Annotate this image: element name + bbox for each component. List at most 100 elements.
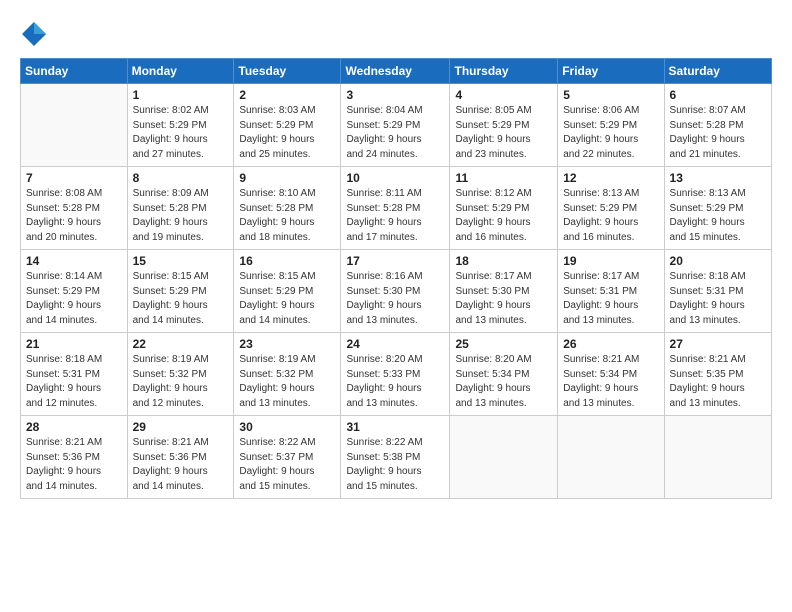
day-info: Sunrise: 8:09 AMSunset: 5:28 PMDaylight:… [133,187,229,245]
day-number: 1 [133,88,229,102]
calendar-cell: 19 Sunrise: 8:17 AMSunset: 5:31 PMDayligh… [558,250,664,333]
calendar-cell [21,84,128,167]
day-number: 21 [26,337,122,351]
day-info: Sunrise: 8:13 AMSunset: 5:29 PMDaylight:… [563,187,658,245]
day-number: 23 [239,337,335,351]
calendar-cell [664,416,771,499]
day-info: Sunrise: 8:21 AMSunset: 5:35 PMDaylight:… [670,353,766,411]
day-info: Sunrise: 8:18 AMSunset: 5:31 PMDaylight:… [670,270,766,328]
calendar-cell: 4Sunrise: 8:05 AMSunset: 5:29 PMDaylight… [450,84,558,167]
calendar-week-row: 14 Sunrise: 8:14 AMSunset: 5:29 PMDayligh… [21,250,772,333]
day-info: Sunrise: 8:21 AMSunset: 5:36 PMDaylight:… [133,436,229,494]
day-number: 7 [26,171,122,185]
day-number: 5 [563,88,658,102]
calendar-cell: 15 Sunrise: 8:15 AMSunset: 5:29 PMDayligh… [127,250,234,333]
logo-icon [20,20,48,48]
day-info: Sunrise: 8:22 AMSunset: 5:38 PMDaylight:… [346,436,444,494]
calendar-cell: 26 Sunrise: 8:21 AMSunset: 5:34 PMDayligh… [558,333,664,416]
day-number: 25 [455,337,552,351]
calendar-cell: 2 Sunrise: 8:03 AMSunset: 5:29 PMDaylight… [234,84,341,167]
day-number: 14 [26,254,122,268]
calendar-header-saturday: Saturday [664,59,771,84]
day-number: 31 [346,420,444,434]
calendar-table: SundayMondayTuesdayWednesdayThursdayFrid… [20,58,772,499]
calendar-header-wednesday: Wednesday [341,59,450,84]
logo [20,20,52,48]
calendar-cell: 10Sunrise: 8:11 AMSunset: 5:28 PMDayligh… [341,167,450,250]
day-info: Sunrise: 8:17 AMSunset: 5:31 PMDaylight:… [563,270,658,328]
day-number: 26 [563,337,658,351]
day-info: Sunrise: 8:08 AMSunset: 5:28 PMDaylight:… [26,187,122,245]
day-info: Sunrise: 8:22 AMSunset: 5:37 PMDaylight:… [239,436,335,494]
calendar-cell: 16 Sunrise: 8:15 AMSunset: 5:29 PMDayligh… [234,250,341,333]
day-info: Sunrise: 8:14 AMSunset: 5:29 PMDaylight:… [26,270,122,328]
day-info: Sunrise: 8:04 AMSunset: 5:29 PMDaylight:… [346,104,444,162]
calendar-cell: 20 Sunrise: 8:18 AMSunset: 5:31 PMDayligh… [664,250,771,333]
day-info: Sunrise: 8:06 AMSunset: 5:29 PMDaylight:… [563,104,658,162]
day-info: Sunrise: 8:16 AMSunset: 5:30 PMDaylight:… [346,270,444,328]
day-number: 15 [133,254,229,268]
calendar-cell: 6 Sunrise: 8:07 AMSunset: 5:28 PMDaylight… [664,84,771,167]
day-number: 16 [239,254,335,268]
calendar-week-row: 1 Sunrise: 8:02 AMSunset: 5:29 PMDaylight… [21,84,772,167]
day-number: 27 [670,337,766,351]
calendar-cell: 3 Sunrise: 8:04 AMSunset: 5:29 PMDaylight… [341,84,450,167]
day-info: Sunrise: 8:21 AMSunset: 5:36 PMDaylight:… [26,436,122,494]
calendar-week-row: 28Sunrise: 8:21 AMSunset: 5:36 PMDayligh… [21,416,772,499]
calendar-header-thursday: Thursday [450,59,558,84]
day-info: Sunrise: 8:20 AMSunset: 5:34 PMDaylight:… [455,353,552,411]
day-number: 30 [239,420,335,434]
calendar-cell: 1 Sunrise: 8:02 AMSunset: 5:29 PMDaylight… [127,84,234,167]
day-info: Sunrise: 8:21 AMSunset: 5:34 PMDaylight:… [563,353,658,411]
day-info: Sunrise: 8:05 AMSunset: 5:29 PMDaylight:… [455,104,552,162]
calendar-cell [558,416,664,499]
day-number: 13 [670,171,766,185]
calendar-cell [450,416,558,499]
calendar-cell: 30 Sunrise: 8:22 AMSunset: 5:37 PMDayligh… [234,416,341,499]
calendar-week-row: 7 Sunrise: 8:08 AMSunset: 5:28 PMDaylight… [21,167,772,250]
calendar-cell: 8Sunrise: 8:09 AMSunset: 5:28 PMDaylight… [127,167,234,250]
calendar-header-sunday: Sunday [21,59,128,84]
day-number: 18 [455,254,552,268]
calendar-cell: 11 Sunrise: 8:12 AMSunset: 5:29 PMDayligh… [450,167,558,250]
calendar-cell: 7 Sunrise: 8:08 AMSunset: 5:28 PMDaylight… [21,167,128,250]
day-number: 20 [670,254,766,268]
day-info: Sunrise: 8:18 AMSunset: 5:31 PMDaylight:… [26,353,122,411]
calendar-cell: 28Sunrise: 8:21 AMSunset: 5:36 PMDayligh… [21,416,128,499]
day-number: 19 [563,254,658,268]
calendar-header-friday: Friday [558,59,664,84]
calendar-cell: 23 Sunrise: 8:19 AMSunset: 5:32 PMDayligh… [234,333,341,416]
day-info: Sunrise: 8:19 AMSunset: 5:32 PMDaylight:… [239,353,335,411]
day-info: Sunrise: 8:10 AMSunset: 5:28 PMDaylight:… [239,187,335,245]
day-info: Sunrise: 8:12 AMSunset: 5:29 PMDaylight:… [455,187,552,245]
day-number: 17 [346,254,444,268]
day-info: Sunrise: 8:13 AMSunset: 5:29 PMDaylight:… [670,187,766,245]
calendar-cell: 27 Sunrise: 8:21 AMSunset: 5:35 PMDayligh… [664,333,771,416]
calendar-cell: 17 Sunrise: 8:16 AMSunset: 5:30 PMDayligh… [341,250,450,333]
day-number: 10 [346,171,444,185]
day-info: Sunrise: 8:15 AMSunset: 5:29 PMDaylight:… [239,270,335,328]
header [20,16,772,48]
calendar-cell: 18Sunrise: 8:17 AMSunset: 5:30 PMDayligh… [450,250,558,333]
calendar-cell: 25 Sunrise: 8:20 AMSunset: 5:34 PMDayligh… [450,333,558,416]
day-number: 29 [133,420,229,434]
calendar-cell: 31 Sunrise: 8:22 AMSunset: 5:38 PMDayligh… [341,416,450,499]
day-number: 11 [455,171,552,185]
calendar-week-row: 21 Sunrise: 8:18 AMSunset: 5:31 PMDayligh… [21,333,772,416]
day-number: 6 [670,88,766,102]
day-info: Sunrise: 8:15 AMSunset: 5:29 PMDaylight:… [133,270,229,328]
day-info: Sunrise: 8:20 AMSunset: 5:33 PMDaylight:… [346,353,444,411]
calendar-cell: 13 Sunrise: 8:13 AMSunset: 5:29 PMDayligh… [664,167,771,250]
calendar-cell: 9Sunrise: 8:10 AMSunset: 5:28 PMDaylight… [234,167,341,250]
day-info: Sunrise: 8:03 AMSunset: 5:29 PMDaylight:… [239,104,335,162]
day-info: Sunrise: 8:02 AMSunset: 5:29 PMDaylight:… [133,104,229,162]
day-info: Sunrise: 8:07 AMSunset: 5:28 PMDaylight:… [670,104,766,162]
calendar-cell: 22Sunrise: 8:19 AMSunset: 5:32 PMDayligh… [127,333,234,416]
day-number: 22 [133,337,229,351]
calendar-cell: 24Sunrise: 8:20 AMSunset: 5:33 PMDayligh… [341,333,450,416]
day-number: 3 [346,88,444,102]
day-number: 2 [239,88,335,102]
calendar-cell: 12Sunrise: 8:13 AMSunset: 5:29 PMDayligh… [558,167,664,250]
calendar-header-monday: Monday [127,59,234,84]
calendar-cell: 14 Sunrise: 8:14 AMSunset: 5:29 PMDayligh… [21,250,128,333]
